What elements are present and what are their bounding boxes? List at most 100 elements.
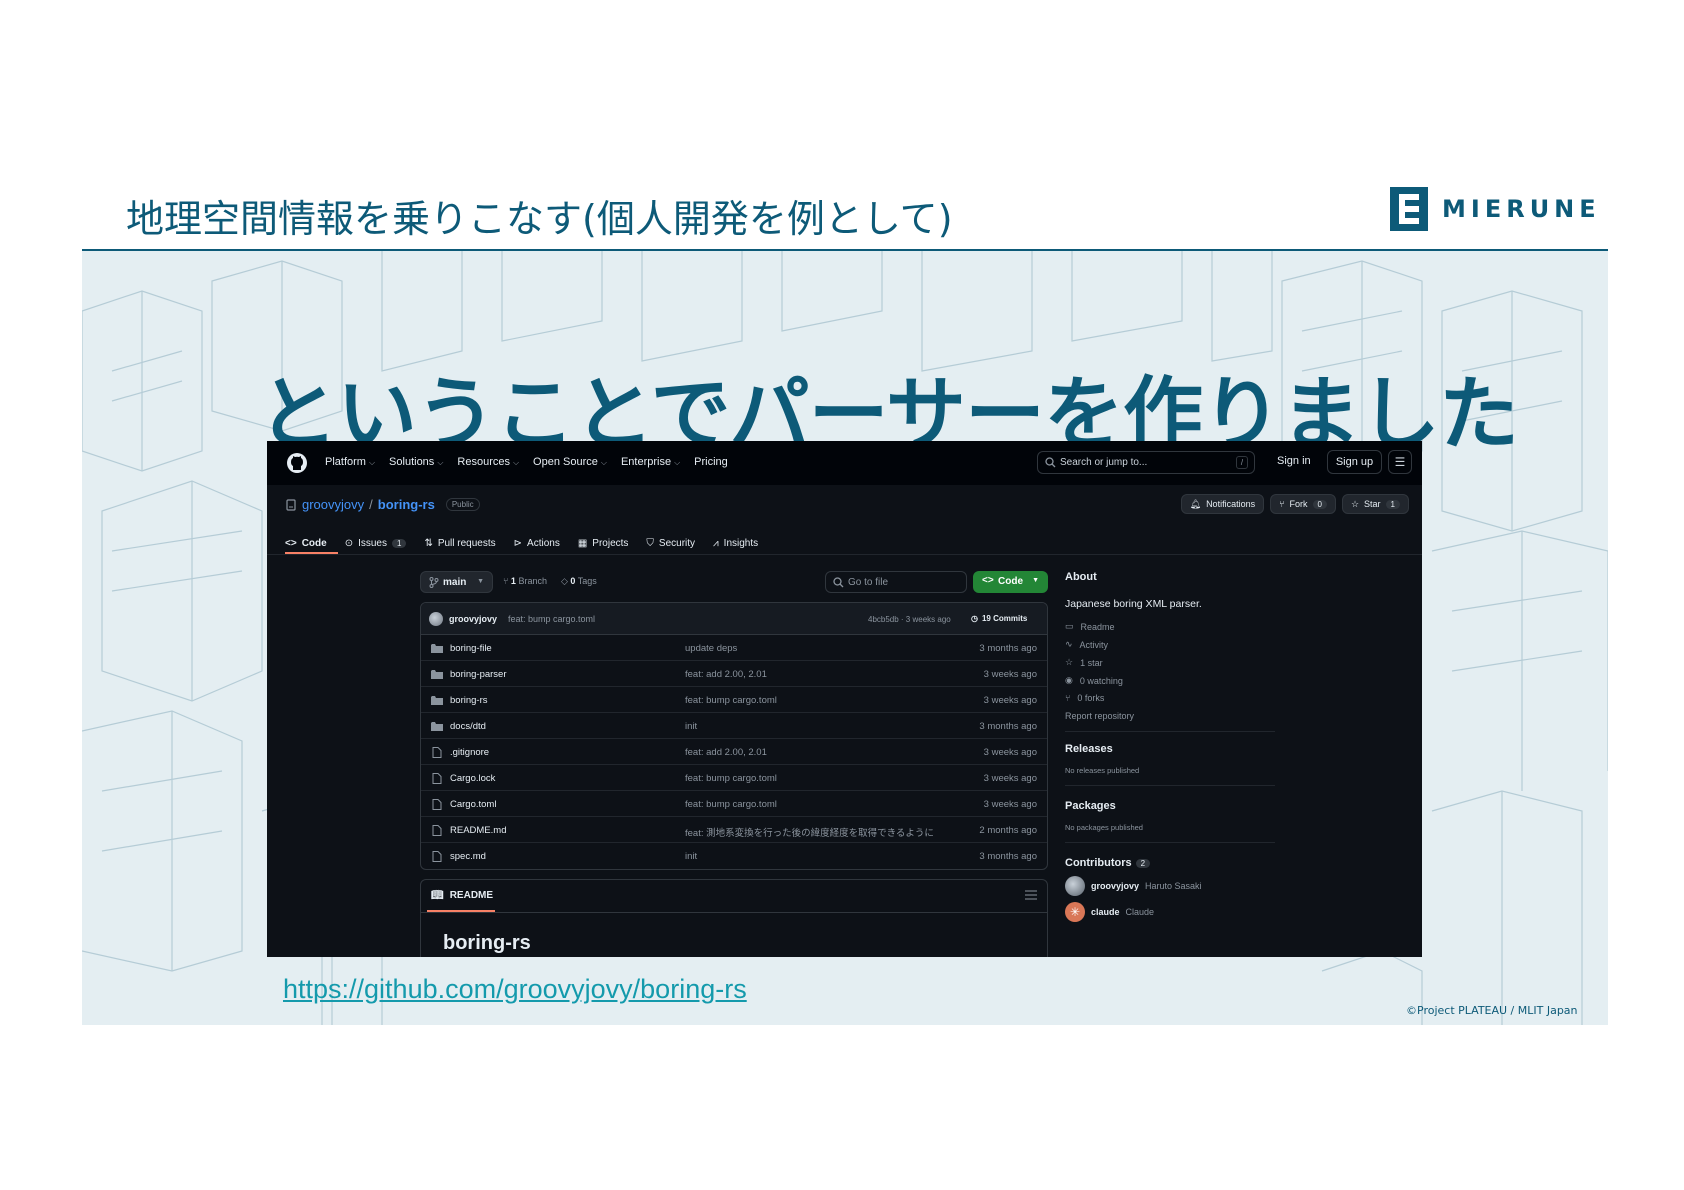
file-commit-message[interactable]: feat: add 2.00, 2.01 <box>685 669 767 680</box>
caret-down-icon: ▼ <box>1032 577 1039 584</box>
readme-link[interactable]: ▭ Readme <box>1065 621 1115 632</box>
file-name[interactable]: boring-parser <box>450 669 507 680</box>
code-dropdown-button[interactable]: <> Code ▼ <box>973 571 1048 593</box>
repo-name-link[interactable]: boring-rs <box>378 497 435 512</box>
search-icon <box>1045 457 1056 468</box>
report-repository-link[interactable]: Report repository <box>1065 711 1134 721</box>
file-commit-message[interactable]: feat: add 2.00, 2.01 <box>685 747 767 758</box>
tags-link[interactable]: ◇ 0 Tags <box>561 576 597 587</box>
contributors-heading[interactable]: Contributors 2 <box>1065 857 1151 869</box>
github-header: Platform ⌵ Solutions ⌵ Resources ⌵ Open Sou… <box>267 441 1422 485</box>
file-commit-message[interactable]: feat: bump cargo.toml <box>685 695 777 706</box>
file-name[interactable]: Cargo.toml <box>450 799 496 810</box>
tab-projects[interactable]: ▦ Projects <box>578 533 629 553</box>
commit-message[interactable]: feat: bump cargo.toml <box>508 614 595 624</box>
file-updated-time: 3 weeks ago <box>983 669 1037 680</box>
file-commit-message[interactable]: update deps <box>685 643 737 654</box>
nav-pricing[interactable]: Pricing <box>694 456 728 468</box>
file-commit-message[interactable]: init <box>685 851 697 862</box>
tab-issues[interactable]: ⊙ Issues 1 <box>345 533 407 553</box>
star-icon: ☆ <box>1065 657 1074 667</box>
repo-owner-link[interactable]: groovyjovy <box>302 497 364 512</box>
file-name[interactable]: README.md <box>450 825 506 836</box>
github-logo-icon[interactable] <box>286 452 308 474</box>
file-name[interactable]: boring-rs <box>450 695 488 706</box>
readme-tab[interactable]: 📖︎ README <box>431 890 493 901</box>
contributor-item[interactable]: groovyjovy Haruto Sasaki <box>1065 876 1202 896</box>
file-updated-time: 3 weeks ago <box>983 747 1037 758</box>
file-row[interactable]: boring-file update deps 3 months ago <box>421 635 1047 661</box>
file-row[interactable]: Cargo.toml feat: bump cargo.toml 3 weeks a… <box>421 791 1047 817</box>
sign-in-link[interactable]: Sign in <box>1277 455 1311 467</box>
outline-list-icon[interactable] <box>1025 890 1037 900</box>
brand-name: MIERUNE <box>1442 195 1601 223</box>
file-row[interactable]: Cargo.lock feat: bump cargo.toml 3 weeks a… <box>421 765 1047 791</box>
play-icon: ⊳ <box>513 537 523 549</box>
nav-platform[interactable]: Platform ⌵ <box>325 456 375 468</box>
branch-selector[interactable]: main ▼ <box>420 571 493 593</box>
file-row[interactable]: .gitignore feat: add 2.00, 2.01 3 weeks ag… <box>421 739 1047 765</box>
tab-actions[interactable]: ⊳ Actions <box>514 533 560 553</box>
file-name[interactable]: .gitignore <box>450 747 489 758</box>
branches-link[interactable]: ⑂ 1 Branch <box>503 576 547 587</box>
branch-tag-meta: ⑂ 1 Branch ◇ 0 Tags <box>503 576 597 587</box>
file-name[interactable]: spec.md <box>450 851 486 862</box>
sign-up-button[interactable]: Sign up <box>1327 450 1382 474</box>
tab-pull-requests[interactable]: ⇅ Pull requests <box>424 533 495 553</box>
file-name[interactable]: Cargo.lock <box>450 773 495 784</box>
releases-heading[interactable]: Releases <box>1065 743 1113 755</box>
file-commit-message[interactable]: feat: bump cargo.toml <box>685 799 777 810</box>
copyright-notice: ©Project PLATEAU / MLIT Japan <box>1406 1004 1578 1017</box>
search-input[interactable]: Search or jump to... / <box>1037 451 1255 474</box>
go-to-file-input[interactable]: Go to file <box>825 571 967 593</box>
file-row[interactable]: spec.md init 3 months ago <box>421 843 1047 869</box>
repo-tabs: <> Code ⊙ Issues 1 ⇅ Pull requests ⊳ Act… <box>285 533 758 553</box>
notifications-button[interactable]: 🔔︎ Notifications <box>1180 494 1265 514</box>
claude-avatar: ✳ <box>1065 902 1085 922</box>
brand-logo: MIERUNE <box>1390 187 1601 231</box>
file-name[interactable]: boring-file <box>450 643 492 654</box>
search-placeholder: Search or jump to... <box>1060 457 1148 468</box>
file-row[interactable]: boring-rs feat: bump cargo.toml 3 weeks ag… <box>421 687 1047 713</box>
file-commit-message[interactable]: init <box>685 721 697 732</box>
graph-icon: ⩘ <box>713 537 719 549</box>
commit-author[interactable]: groovyjovy <box>449 614 497 624</box>
repo-actions: 🔔︎ Notifications ⑂ Fork 0 ☆ Star 1 <box>1180 494 1409 514</box>
commit-hash[interactable]: 4bcb5db · 3 weeks ago <box>868 615 951 624</box>
file-name[interactable]: docs/dtd <box>450 721 486 732</box>
file-row[interactable]: README.md feat: 測地系変換を行った後の緯度経度を取得できるように 2… <box>421 817 1047 843</box>
watching-link[interactable]: ◉ 0 watching <box>1065 675 1123 686</box>
file-commit-message[interactable]: feat: bump cargo.toml <box>685 773 777 784</box>
visibility-badge: Public <box>445 498 480 511</box>
file-updated-time: 3 weeks ago <box>983 695 1037 706</box>
contributor-item[interactable]: ✳ claude Claude <box>1065 902 1154 922</box>
star-button[interactable]: ☆ Star 1 <box>1341 494 1409 514</box>
tab-security[interactable]: ⛉ Security <box>646 533 695 553</box>
file-updated-time: 3 months ago <box>979 721 1037 732</box>
file-row[interactable]: docs/dtd init 3 months ago <box>421 713 1047 739</box>
file-row[interactable]: boring-parser feat: add 2.00, 2.01 3 weeks… <box>421 661 1047 687</box>
file-commit-message[interactable]: feat: 測地系変換を行った後の緯度経度を取得できるように <box>685 825 934 839</box>
mierune-logo-icon <box>1390 187 1428 231</box>
nav-resources[interactable]: Resources ⌵ <box>457 456 519 468</box>
nav-enterprise[interactable]: Enterprise ⌵ <box>621 456 680 468</box>
tab-insights[interactable]: ⩘ Insights <box>713 533 758 553</box>
avatar <box>429 612 443 626</box>
settings-menu-icon[interactable]: ☰ <box>1388 450 1412 474</box>
fork-button[interactable]: ⑂ Fork 0 <box>1270 494 1336 514</box>
forks-link[interactable]: ⑂ 0 forks <box>1065 693 1104 703</box>
activity-link[interactable]: ∿ Activity <box>1065 639 1108 650</box>
packages-heading[interactable]: Packages <box>1065 800 1116 812</box>
stars-link[interactable]: ☆ 1 star <box>1065 657 1103 668</box>
nav-solutions[interactable]: Solutions ⌵ <box>389 456 443 468</box>
repo-description: Japanese boring XML parser. <box>1065 598 1202 610</box>
nav-open-source[interactable]: Open Source ⌵ <box>533 456 607 468</box>
latest-commit: groovyjovy feat: bump cargo.toml 4bcb5db… <box>421 603 1047 635</box>
slide-title: 地理空間情報を乗りこなす(個人開発を例として) <box>126 197 953 241</box>
pull-request-icon: ⇅ <box>424 537 433 549</box>
tabs-divider <box>267 554 1422 555</box>
tab-code[interactable]: <> Code <box>285 533 327 553</box>
file-updated-time: 3 months ago <box>979 851 1037 862</box>
commits-link[interactable]: ◷ 19 Commits <box>971 614 1027 623</box>
repository-url-link[interactable]: https://github.com/groovyjovy/boring-rs <box>283 974 747 1005</box>
